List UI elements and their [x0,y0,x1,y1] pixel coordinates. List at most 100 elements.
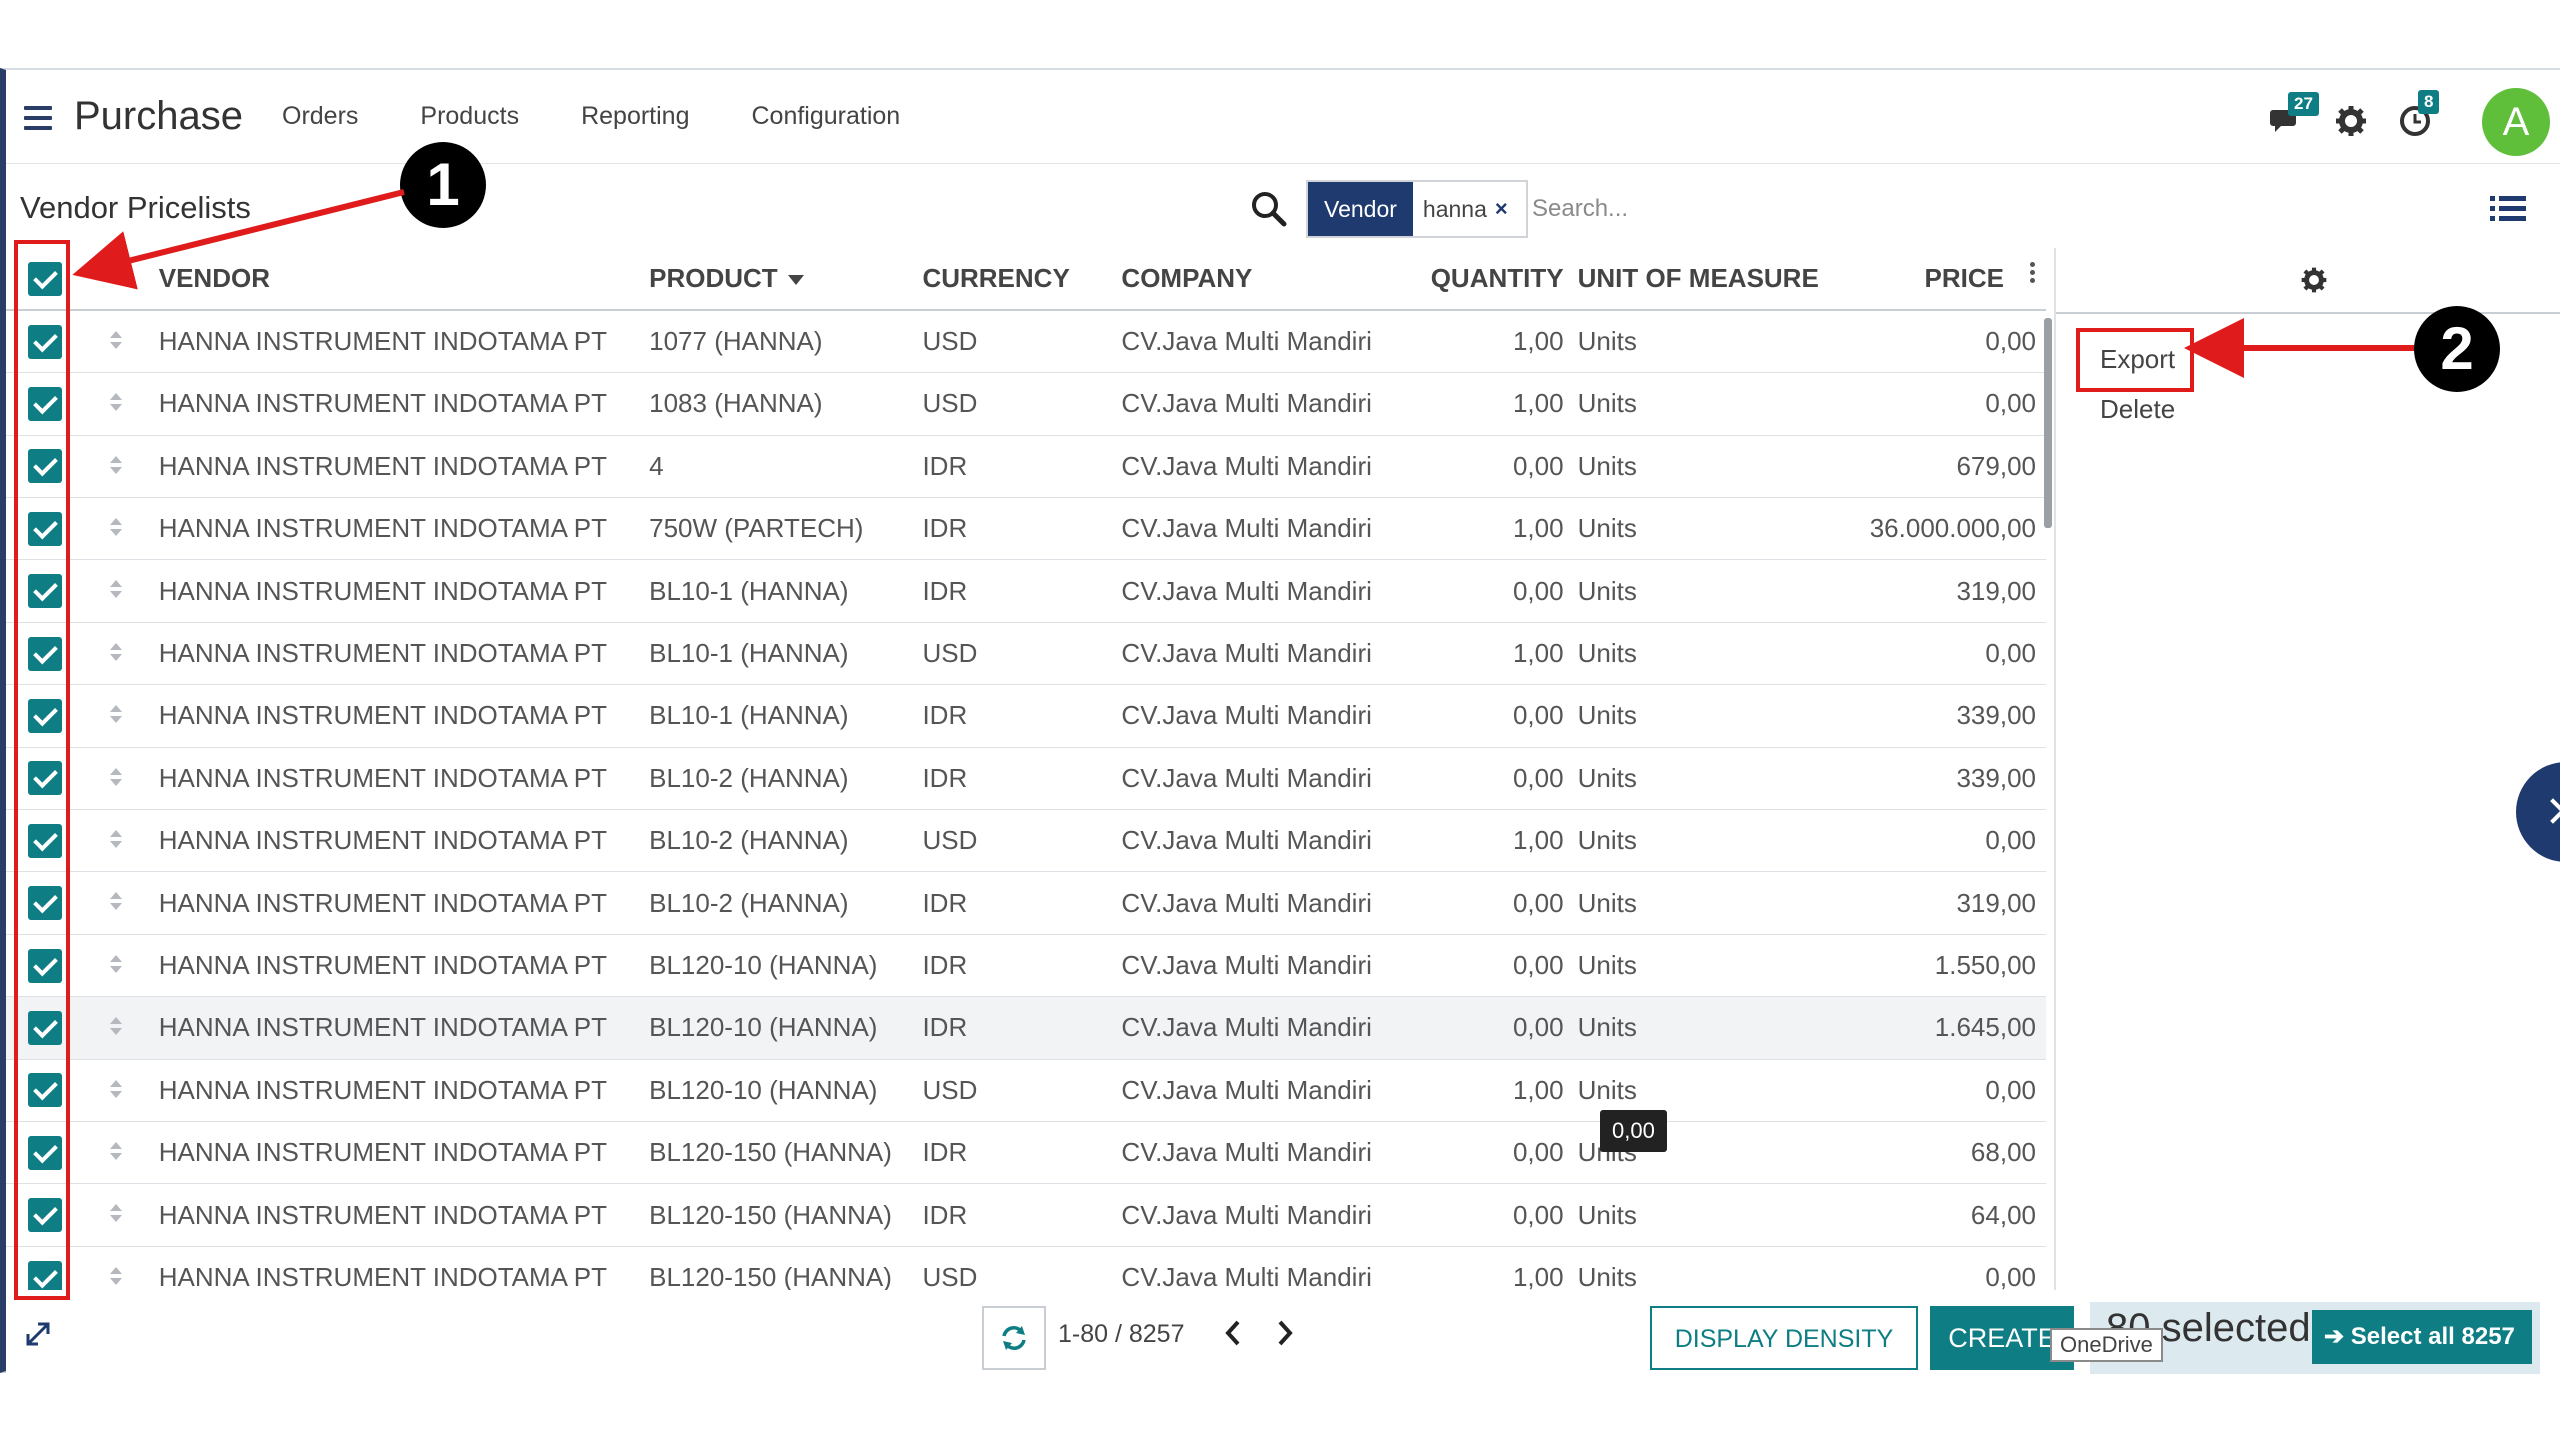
cell-vendor[interactable]: HANNA INSTRUMENT INDOTAMA PT [158,1183,650,1247]
cell-price[interactable]: 36.000.000,00 [1834,497,2046,561]
cell-uom[interactable]: Units [1563,747,1835,811]
cell-product[interactable]: BL120-150 (HANNA) [649,1121,923,1185]
menu-orders[interactable]: Orders [282,102,358,131]
table-row[interactable]: HANNA INSTRUMENT INDOTAMA PT 750W (PARTEC… [6,497,2046,561]
drag-handle[interactable] [78,1246,159,1290]
cell-price[interactable]: 64,00 [1834,1183,2046,1247]
cell-vendor[interactable]: HANNA INSTRUMENT INDOTAMA PT [158,497,650,561]
cell-vendor[interactable]: HANNA INSTRUMENT INDOTAMA PT [158,747,650,811]
clock-icon[interactable]: 8 [2398,90,2440,138]
drag-handle[interactable] [78,1121,159,1185]
cell-vendor[interactable]: HANNA INSTRUMENT INDOTAMA PT [158,684,650,748]
drag-handle-icon[interactable] [108,826,128,857]
vertical-scrollbar[interactable] [2044,318,2052,528]
cell-price[interactable]: 0,00 [1834,622,2046,686]
table-row[interactable]: HANNA INSTRUMENT INDOTAMA PT BL120-10 (HA… [6,996,2046,1060]
table-row[interactable]: HANNA INSTRUMENT INDOTAMA PT BL10-1 (HANN… [6,559,2046,623]
drag-handle-icon[interactable] [108,764,128,795]
column-header-uom[interactable]: UNIT OF MEASURE [1563,248,1835,312]
cell-company[interactable]: CV.Java Multi Mandiri [1121,1183,1393,1247]
pager-value[interactable]: 1-80 / 8257 [1058,1320,1185,1349]
cell-quantity[interactable]: 1,00 [1392,497,1564,561]
cell-uom[interactable]: Units [1563,1246,1835,1290]
cell-uom[interactable]: Units [1563,996,1835,1060]
cell-uom[interactable]: Units [1563,435,1835,499]
drag-handle[interactable] [78,747,159,811]
drag-handle-icon[interactable] [108,951,128,982]
cell-company[interactable]: CV.Java Multi Mandiri [1121,996,1393,1060]
cell-uom[interactable]: Units [1563,934,1835,998]
drag-handle-icon[interactable] [108,1263,128,1290]
drag-handle-icon[interactable] [108,701,128,732]
cell-company[interactable]: CV.Java Multi Mandiri [1121,497,1393,561]
cell-vendor[interactable]: HANNA INSTRUMENT INDOTAMA PT [158,996,650,1060]
cell-company[interactable]: CV.Java Multi Mandiri [1121,435,1393,499]
facet-remove-icon[interactable]: × [1495,182,1508,236]
cell-price[interactable]: 319,00 [1834,871,2046,935]
cell-company[interactable]: CV.Java Multi Mandiri [1121,747,1393,811]
cell-product[interactable]: BL10-1 (HANNA) [649,622,923,686]
cell-price[interactable]: 339,00 [1834,747,2046,811]
chevron-left-icon[interactable] [1218,1316,1248,1350]
drag-handle[interactable] [78,871,159,935]
menu-reporting[interactable]: Reporting [581,102,689,131]
column-header-price[interactable]: PRICE [1834,248,2046,312]
cell-uom[interactable]: Units [1563,559,1835,623]
cell-price[interactable]: 339,00 [1834,684,2046,748]
cell-company[interactable]: CV.Java Multi Mandiri [1121,934,1393,998]
cell-currency[interactable]: IDR [922,996,1122,1060]
table-row[interactable]: HANNA INSTRUMENT INDOTAMA PT BL120-10 (HA… [6,1059,2046,1122]
table-row[interactable]: HANNA INSTRUMENT INDOTAMA PT 1077 (HANNA)… [6,310,2046,374]
cell-product[interactable]: BL120-10 (HANNA) [649,934,923,998]
drag-handle-icon[interactable] [108,639,128,670]
drag-handle[interactable] [78,435,159,499]
table-row[interactable]: HANNA INSTRUMENT INDOTAMA PT 1083 (HANNA)… [6,372,2046,436]
cell-currency[interactable]: IDR [922,684,1122,748]
cell-uom[interactable]: Units [1563,684,1835,748]
table-row[interactable]: HANNA INSTRUMENT INDOTAMA PT BL10-2 (HANN… [6,809,2046,873]
cell-quantity[interactable]: 1,00 [1392,310,1564,374]
cell-quantity[interactable]: 1,00 [1392,1059,1564,1122]
gear-icon[interactable] [2300,266,2328,294]
cell-product[interactable]: 4 [649,435,923,499]
cell-vendor[interactable]: HANNA INSTRUMENT INDOTAMA PT [158,435,650,499]
drag-handle-icon[interactable] [108,576,128,607]
drag-handle-icon[interactable] [108,1138,128,1169]
cell-product[interactable]: 1083 (HANNA) [649,372,923,436]
cell-currency[interactable]: IDR [922,435,1122,499]
table-row[interactable]: HANNA INSTRUMENT INDOTAMA PT BL120-150 (H… [6,1121,2046,1185]
cell-company[interactable]: CV.Java Multi Mandiri [1121,310,1393,374]
cell-product[interactable]: BL120-10 (HANNA) [649,996,923,1060]
display-density-button[interactable]: DISPLAY DENSITY [1650,1306,1918,1370]
cell-quantity[interactable]: 0,00 [1392,559,1564,623]
cell-product[interactable]: BL10-2 (HANNA) [649,809,923,873]
cell-uom[interactable]: Units [1563,1183,1835,1247]
hamburger-icon[interactable] [24,106,52,136]
table-row[interactable]: HANNA INSTRUMENT INDOTAMA PT BL10-2 (HANN… [6,747,2046,811]
cell-vendor[interactable]: HANNA INSTRUMENT INDOTAMA PT [158,1121,650,1185]
menu-products[interactable]: Products [420,102,519,131]
action-delete[interactable]: Delete [2100,394,2175,425]
cell-uom[interactable]: Units [1563,871,1835,935]
cell-currency[interactable]: IDR [922,934,1122,998]
cell-company[interactable]: CV.Java Multi Mandiri [1121,559,1393,623]
cell-uom[interactable]: Units [1563,372,1835,436]
cell-price[interactable]: 0,00 [1834,809,2046,873]
cell-company[interactable]: CV.Java Multi Mandiri [1121,622,1393,686]
drag-handle-icon[interactable] [108,1200,128,1231]
table-row[interactable]: HANNA INSTRUMENT INDOTAMA PT BL10-2 (HANN… [6,871,2046,935]
drag-handle-icon[interactable] [108,452,128,483]
cell-vendor[interactable]: HANNA INSTRUMENT INDOTAMA PT [158,622,650,686]
cell-uom[interactable]: Units [1563,497,1835,561]
cell-product[interactable]: BL120-10 (HANNA) [649,1059,923,1122]
cell-quantity[interactable]: 0,00 [1392,934,1564,998]
cell-currency[interactable]: USD [922,622,1122,686]
cell-product[interactable]: BL10-2 (HANNA) [649,871,923,935]
cell-quantity[interactable]: 1,00 [1392,372,1564,436]
cell-uom[interactable]: Units [1563,310,1835,374]
column-header-product[interactable]: PRODUCT [649,248,923,312]
cell-currency[interactable]: IDR [922,497,1122,561]
cell-quantity[interactable]: 1,00 [1392,1246,1564,1290]
cell-price[interactable]: 0,00 [1834,1059,2046,1122]
search-icon[interactable] [1250,190,1288,228]
